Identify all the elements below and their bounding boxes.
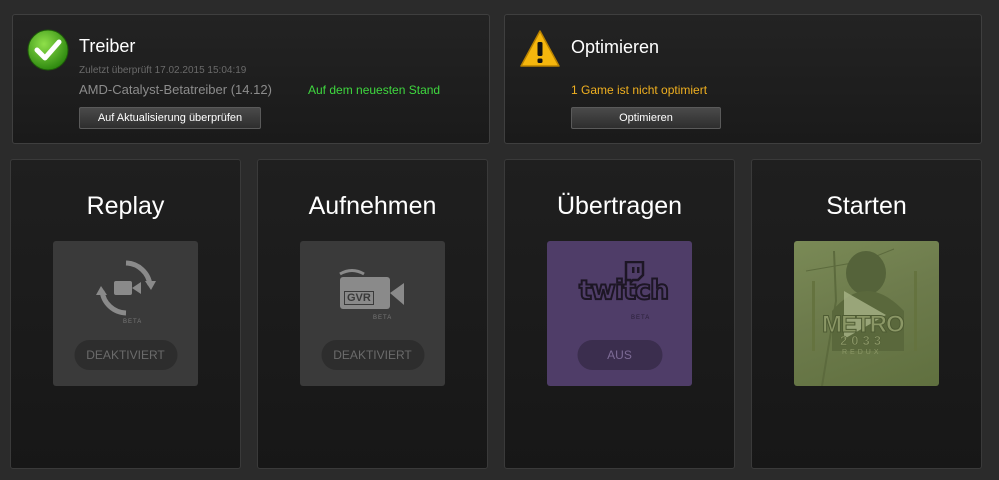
game-edition: REDUX bbox=[842, 349, 882, 356]
gvr-camera-icon bbox=[339, 269, 404, 309]
gvr-label: GVR bbox=[344, 291, 374, 305]
record-tile[interactable]: GVR BETA DEAKTIVIERT bbox=[300, 241, 445, 386]
optimize-panel: Optimieren 1 Game ist nicht optimiert Op… bbox=[504, 14, 982, 144]
replay-icon bbox=[96, 260, 156, 316]
twitch-logo: twitch bbox=[578, 274, 670, 307]
driver-panel: Treiber Zuletzt überprüft 17.02.2015 15:… bbox=[12, 14, 490, 144]
stream-card[interactable]: Übertragen twitch BETA AUS bbox=[504, 159, 735, 469]
optimize-title: Optimieren bbox=[571, 37, 660, 57]
card-title: Übertragen bbox=[556, 192, 683, 220]
check-updates-button[interactable]: Auf Aktualisierung überprüfen bbox=[79, 107, 261, 129]
replay-toggle[interactable]: DEAKTIVIERT bbox=[74, 340, 177, 370]
stream-toggle[interactable]: AUS bbox=[577, 340, 662, 370]
beta-badge: BETA bbox=[373, 315, 393, 321]
driver-status: Auf dem neuesten Stand bbox=[308, 83, 441, 97]
card-title: Replay bbox=[86, 192, 165, 220]
driver-name: AMD-Catalyst-Betatreiber (14.12) bbox=[79, 82, 272, 97]
card-title: Starten bbox=[826, 192, 907, 220]
card-title: Aufnehmen bbox=[308, 192, 437, 220]
optimize-message: 1 Game ist nicht optimiert bbox=[571, 83, 708, 97]
optimize-button[interactable]: Optimieren bbox=[571, 107, 721, 129]
beta-badge: BETA bbox=[631, 315, 651, 321]
warning-icon bbox=[520, 30, 560, 67]
record-card[interactable]: Aufnehmen GVR BETA DEAKTIVIERT bbox=[257, 159, 488, 469]
checkmark-icon bbox=[27, 29, 69, 71]
beta-badge: BETA bbox=[123, 319, 143, 325]
game-tile[interactable]: METRO 2033 REDUX bbox=[794, 241, 939, 386]
launch-card[interactable]: Starten METRO 2033 REDUX bbox=[751, 159, 982, 469]
record-toggle[interactable]: DEAKTIVIERT bbox=[321, 340, 424, 370]
driver-title: Treiber bbox=[79, 36, 136, 56]
game-subtitle: 2033 bbox=[840, 333, 885, 349]
replay-card[interactable]: Replay BETA DEAKTIVIERT bbox=[10, 159, 241, 469]
stream-tile[interactable]: twitch BETA AUS bbox=[547, 241, 692, 386]
last-checked-text: Zuletzt überprüft 17.02.2015 15:04:19 bbox=[79, 65, 247, 76]
replay-tile[interactable]: BETA DEAKTIVIERT bbox=[53, 241, 198, 386]
